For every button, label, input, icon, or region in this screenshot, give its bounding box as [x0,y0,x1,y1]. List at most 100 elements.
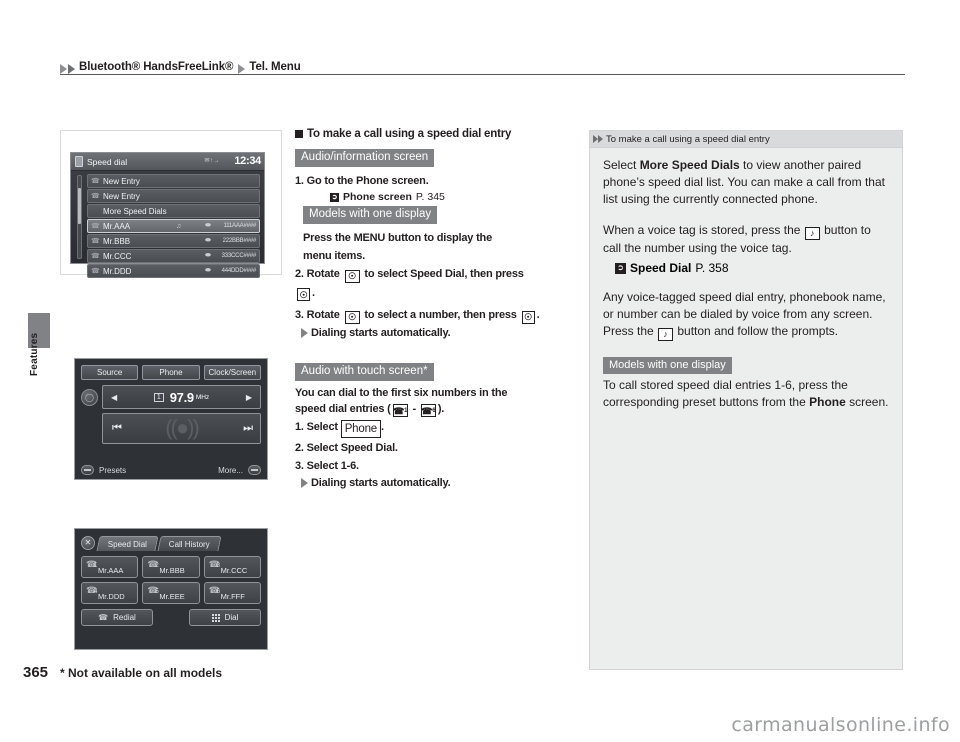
enter-button-icon: ☉ [521,310,535,324]
preset-name: Mr.AAA [98,566,124,575]
redial-button[interactable]: ☎ Redial [81,609,153,626]
list-item[interactable]: ☎ New Entry [87,174,260,188]
step-2-part-b: to select [364,268,408,280]
bullet-dialing-label-2: Dialing starts automatically. [311,477,451,489]
preset-index: 3 [216,563,220,569]
dial-button[interactable]: Dial [189,609,261,626]
touch-step-1-part-b: . [380,421,384,433]
redial-label: Redial [113,613,136,622]
tab-speed-dial-label: Speed Dial [107,539,148,548]
nav-screen-title: Speed dial [87,156,128,167]
breadcrumb-item-1: Bluetooth® HandsFreeLink® [79,61,234,73]
frequency-value: 97.9 [169,389,194,405]
speed-dial-preset-5[interactable]: ☎ 5 Mr.EEE [142,582,200,604]
tab-speed-dial[interactable]: Speed Dial [96,535,159,551]
phone-small-icon: ☎ [91,238,100,245]
section-heading: To make a call using a speed dial entry [295,128,580,140]
reference-icon: ➲ [615,262,626,274]
voice-button-icon: ♪ [658,328,674,341]
seek-bar: ((●)) ⏮ ⏭ [102,413,261,444]
figure-audio-radio: Source Phone Clock/Screen ◯ ◀ 1 97.9 MHz… [74,358,268,480]
list-item[interactable]: ☎ Mr.BBB ⬬ 222BBB#### [87,234,260,248]
side-note-paragraph-4: To call stored speed dial entries 1-6, p… [603,377,889,411]
status-icons: ✉↑→ [204,158,220,164]
dial-label: Dial [224,613,239,622]
preset-index: 2 [155,563,159,569]
side-note-paragraph-2: When a voice tag is stored, press the ♪ … [603,222,889,257]
breadcrumb-item-2: Tel. Menu [249,61,301,73]
preset-index: 1 [94,563,98,569]
list-item-selected[interactable]: ☎ Mr.AAA ♫ ⬬ 111AAA#### [87,219,260,233]
speed-dial-preset-4[interactable]: ☎ 4 Mr.DDD [81,582,139,604]
tab-call-history-label: Call History [169,539,210,548]
touch-step-3: 3. Select 1-6. [295,460,359,472]
step-3-part-c: . [536,309,540,321]
preset-index: 5 [155,589,159,595]
preset-name: Mr.DDD [98,592,125,601]
list-item-number: 111AAA#### [223,223,257,229]
speed-dial-preset-3[interactable]: ☎ 3 Mr.CCC [203,556,261,578]
more-knob-icon[interactable] [248,465,261,475]
list-item-number: 333CCC#### [221,253,257,259]
phone-button[interactable]: Phone [142,365,200,380]
speed-dial-preset-1[interactable]: ☎ 1 Mr.AAA [81,556,139,578]
prev-preset-arrow-icon[interactable]: ◀ [111,393,117,402]
bullet-dialing-auto: Dialing starts automatically. [301,325,580,341]
preset-name: Mr.EEE [159,592,185,601]
side-note-reference[interactable]: ➲ Speed Dial P. 358 [615,261,889,275]
power-knob-icon[interactable]: ◯ [81,388,98,406]
speed-dial-preset-6[interactable]: ☎ 6 Mr.FFF [203,582,261,604]
clock: 12:34 [234,155,261,167]
list-item-number: 444DDD#### [221,268,257,274]
list-item-label: Mr.CCC [103,251,132,261]
presets-label: Presets [99,465,127,475]
entry-type-icon: ⬬ [205,267,211,274]
scrollbar[interactable] [77,175,82,259]
side-note-paragraph-1: Select More Speed Dials to view another … [603,157,889,208]
frequency-display: ◀ 1 97.9 MHz ▶ [102,385,261,409]
clock-screen-button[interactable]: Clock/Screen [203,365,261,380]
side-note-header: To make a call using a speed dial entry [590,131,902,148]
preset-name: Mr.FFF [220,592,245,601]
tab-call-history[interactable]: Call History [157,535,222,551]
figures-column: Speed dial ✉↑→ 12:34 ☎ New Entry ☎ New E… [60,130,285,650]
breadcrumb-arrows-2 [238,64,246,74]
list-item-label: More Speed Dials [103,206,167,216]
list-item[interactable]: ☎ New Entry [87,189,260,203]
step-3-part-b: to select a number, then press [364,309,517,321]
rotary-knob-icon: ☉ [344,310,360,324]
seek-prev-icon[interactable]: ⏮ [112,422,122,435]
source-button[interactable]: Source [81,365,139,380]
list-item[interactable]: ☎ Mr.CCC ⬬ 333CCC#### [87,249,260,263]
speed-dial-preset-2[interactable]: ☎ 2 Mr.BBB [142,556,200,578]
close-icon[interactable]: ✕ [81,536,95,550]
footnote: * Not available on all models [60,666,223,680]
phone-small-icon: ☎ [91,253,100,260]
bullet-dialing-label: Dialing starts automatically. [311,326,451,339]
touch-intro-line2: speed dial entries (☎ 1 - ☎ 6). [295,401,580,417]
seek-next-icon[interactable]: ⏭ [243,422,253,435]
page-number: 365 [23,664,49,681]
phone-soft-button[interactable]: Phone [340,420,381,438]
phone-small-icon: ☎ [91,223,100,230]
voice-tag-icon: ♫ [176,222,182,230]
list-item[interactable]: ☎ Mr.DDD ⬬ 444DDD#### [87,264,260,278]
preset-name: Mr.CCC [220,566,248,575]
list-item[interactable]: More Speed Dials [87,204,260,218]
bullet-dialing-auto-2: Dialing starts automatically. [301,475,580,491]
step-1: 1. Go to the Phone screen. [295,175,429,187]
presets-knob-icon[interactable] [81,465,94,475]
step-2-part-d: . [312,286,315,299]
side-ref-label: Speed Dial [630,261,692,275]
figure-speed-dial-touch: ✕ Speed Dial Call History ☎ 1 Mr.AAA ☎ 2… [74,528,268,650]
touch-step-1: 1. Select Phone. [295,419,580,438]
next-preset-arrow-icon[interactable]: ▶ [246,393,252,402]
band-audio-information-screen: Audio/information screen [295,149,435,167]
reference-phone-screen[interactable]: ➲ Phone screen P. 345 [330,191,580,203]
chevron-right-icon [593,135,603,143]
entry-type-icon: ⬬ [205,252,211,259]
step-2: 2. Rotate ☉ to select Speed Dial, then p… [295,266,580,283]
nav-speed-dial-list[interactable]: ☎ New Entry ☎ New Entry More Speed Dials… [71,171,264,278]
watermark: carmanualsonline.info [731,714,950,736]
more-label[interactable]: More... [218,466,243,475]
